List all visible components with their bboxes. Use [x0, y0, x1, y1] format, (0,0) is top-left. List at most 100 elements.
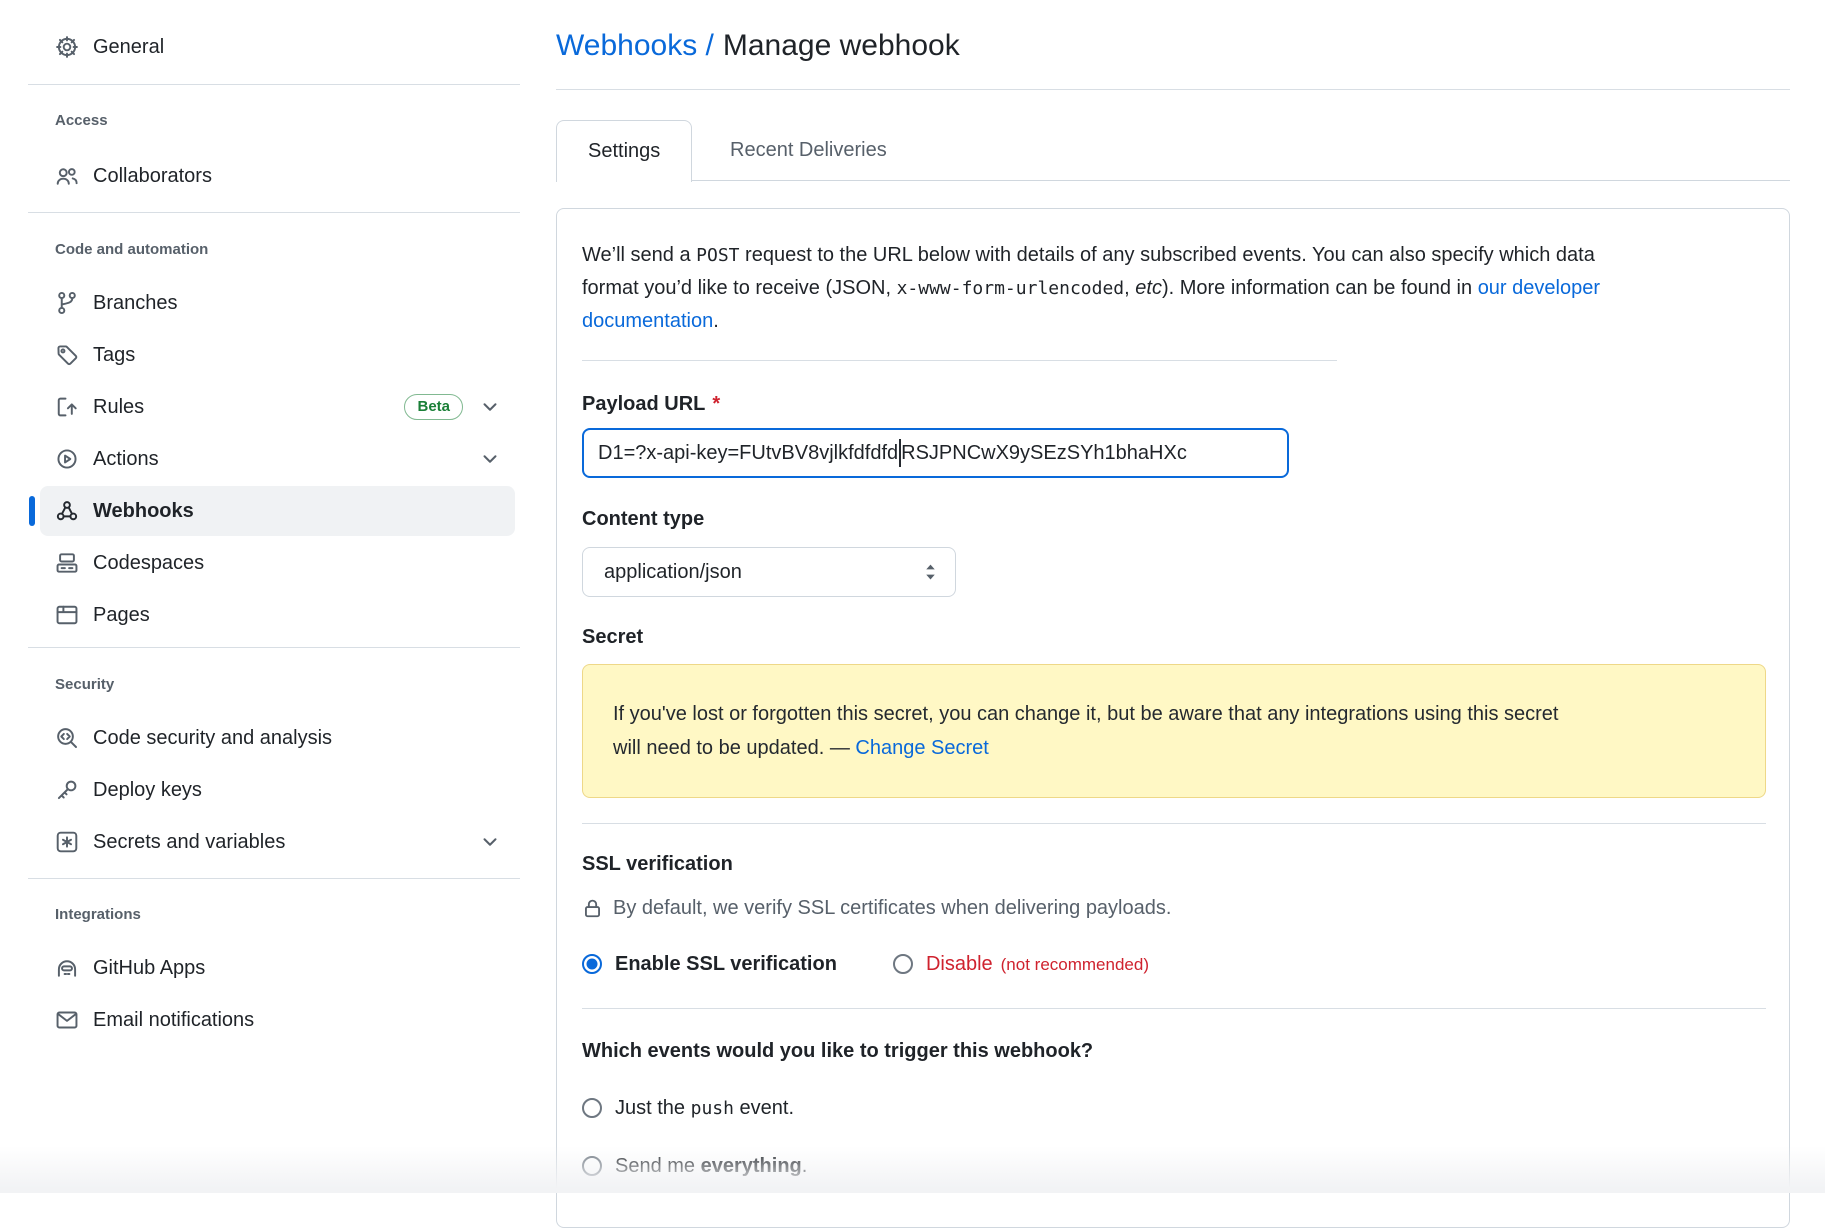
push-event-radio[interactable]	[582, 1098, 602, 1118]
sidebar-item-general[interactable]: General	[40, 22, 515, 72]
tabnav-divider	[556, 180, 1790, 181]
payload-url-input[interactable]: D1=?x-api-key=FUtvBV8vjlkfdfdfdRSJPNCwX9…	[582, 428, 1289, 478]
push-event-text: Just the	[615, 1097, 691, 1119]
heading-divider	[556, 89, 1790, 90]
chevron-down-icon[interactable]	[480, 397, 500, 417]
secret-label: Secret	[582, 624, 643, 650]
settings-sidebar: General Access Collaborators Code and au…	[0, 0, 540, 1193]
section-divider	[582, 360, 1337, 361]
sidebar-item-secrets-variables[interactable]: Secrets and variables	[40, 817, 515, 867]
key-icon	[55, 778, 79, 802]
sidebar-item-label: Actions	[93, 448, 159, 471]
everything-event-radio[interactable]	[582, 1156, 602, 1176]
event-option-push: Just the push event.	[582, 1093, 794, 1123]
sidebar-item-code-security[interactable]: Code security and analysis	[40, 713, 515, 763]
enable-ssl-label: Enable SSL verification	[615, 953, 837, 976]
mail-icon	[55, 1008, 79, 1032]
change-secret-link[interactable]: Change Secret	[855, 737, 988, 759]
everything-text: .	[802, 1155, 808, 1177]
everything-bold: everything	[701, 1155, 802, 1177]
sidebar-item-codespaces[interactable]: Codespaces	[40, 538, 515, 588]
page-title: Webhooks / Manage webhook	[556, 26, 960, 66]
play-circle-icon	[55, 447, 79, 471]
sidebar-item-label: Codespaces	[93, 552, 204, 575]
sidebar-divider	[28, 212, 520, 213]
sidebar-item-webhooks[interactable]: Webhooks	[40, 486, 515, 536]
disable-ssl-radio[interactable]	[893, 954, 913, 974]
sidebar-item-rules[interactable]: Rules Beta	[40, 382, 515, 432]
sidebar-section-integrations: Integrations	[55, 906, 141, 923]
secret-warning-box: If you've lost or forgotten this secret,…	[582, 664, 1766, 798]
beta-badge: Beta	[404, 394, 463, 420]
sidebar-divider	[28, 647, 520, 648]
section-divider	[582, 823, 1766, 824]
sidebar-item-label: Rules	[93, 396, 144, 419]
sidebar-item-github-apps[interactable]: GitHub Apps	[40, 943, 515, 993]
lock-icon	[582, 898, 603, 919]
ssl-verification-heading: SSL verification	[582, 849, 733, 879]
page-title-text: Manage webhook	[723, 29, 960, 62]
select-arrows-icon	[922, 561, 939, 583]
rules-icon	[55, 395, 79, 419]
tab-recent-deliveries[interactable]: Recent Deliveries	[700, 120, 917, 180]
sidebar-item-label: Deploy keys	[93, 779, 202, 802]
sidebar-item-deploy-keys[interactable]: Deploy keys	[40, 765, 515, 815]
intro-paragraph: We’ll send a POST request to the URL bel…	[582, 239, 1732, 337]
sidebar-item-pages[interactable]: Pages	[40, 590, 515, 640]
sidebar-item-label: Code security and analysis	[93, 727, 332, 750]
people-icon	[55, 164, 79, 188]
payload-url-label-text: Payload URL	[582, 393, 705, 415]
content-type-select[interactable]: application/json	[582, 547, 956, 597]
ssl-description-row: By default, we verify SSL certificates w…	[582, 893, 1171, 923]
tab-settings[interactable]: Settings	[556, 120, 692, 182]
sidebar-item-actions[interactable]: Actions	[40, 434, 515, 484]
browser-icon	[55, 603, 79, 627]
hubot-icon	[55, 956, 79, 980]
event-option-everything: Send me everything.	[582, 1151, 807, 1181]
sidebar-item-label: Pages	[93, 604, 150, 627]
codespaces-icon	[55, 551, 79, 575]
sidebar-item-label: Email notifications	[93, 1009, 254, 1032]
sidebar-item-label: Webhooks	[93, 500, 194, 523]
sidebar-item-label: Secrets and variables	[93, 831, 285, 854]
sidebar-item-branches[interactable]: Branches	[40, 278, 515, 328]
developer-docs-link-text: our developer	[1478, 277, 1600, 299]
sidebar-item-label: Tags	[93, 344, 135, 367]
chevron-down-icon[interactable]	[480, 832, 500, 852]
sidebar-section-security: Security	[55, 676, 114, 693]
intro-text: ). More information can be found in	[1162, 277, 1478, 299]
sidebar-item-label: Branches	[93, 292, 178, 315]
breadcrumb-webhooks-link[interactable]: Webhooks /	[556, 29, 714, 62]
payload-url-value: RSJPNCwX9ySEzSYh1bhaHXc	[901, 442, 1187, 465]
everything-event-label: Send me everything.	[615, 1155, 807, 1178]
gear-icon	[55, 35, 79, 59]
push-code: push	[691, 1098, 734, 1119]
payload-url-value: D1=?x-api-key=FUtvBV8vjlkfdfdfd	[598, 442, 898, 465]
sidebar-item-tags[interactable]: Tags	[40, 330, 515, 380]
section-divider	[582, 1008, 1766, 1009]
content-type-value: application/json	[604, 561, 742, 584]
webhook-icon	[55, 499, 79, 523]
developer-docs-link-text: documentation	[582, 310, 713, 332]
sidebar-divider	[28, 84, 520, 85]
intro-text: request to the URL below with details of…	[740, 244, 1595, 266]
ssl-options-row: Enable SSL verification Disable (not rec…	[582, 949, 1149, 979]
push-event-label: Just the push event.	[615, 1097, 794, 1120]
disable-ssl-label: Disable	[926, 953, 993, 976]
webhook-settings-panel: We’ll send a POST request to the URL bel…	[556, 208, 1790, 1228]
intro-text: format you’d like to receive (JSON,	[582, 277, 897, 299]
intro-text: We’ll send a	[582, 244, 696, 266]
enable-ssl-radio[interactable]	[582, 954, 602, 974]
sidebar-item-email-notifications[interactable]: Email notifications	[40, 995, 515, 1045]
intro-text: ,	[1124, 277, 1135, 299]
tag-icon	[55, 343, 79, 367]
intro-text: .	[713, 310, 719, 332]
required-asterisk: *	[712, 393, 720, 415]
payload-url-label: Payload URL *	[582, 391, 720, 417]
sidebar-section-access: Access	[55, 112, 108, 129]
events-heading: Which events would you like to trigger t…	[582, 1036, 1093, 1066]
sidebar-item-collaborators[interactable]: Collaborators	[40, 151, 515, 201]
chevron-down-icon[interactable]	[480, 449, 500, 469]
everything-text: Send me	[615, 1155, 701, 1177]
sidebar-section-code-automation: Code and automation	[55, 241, 208, 258]
